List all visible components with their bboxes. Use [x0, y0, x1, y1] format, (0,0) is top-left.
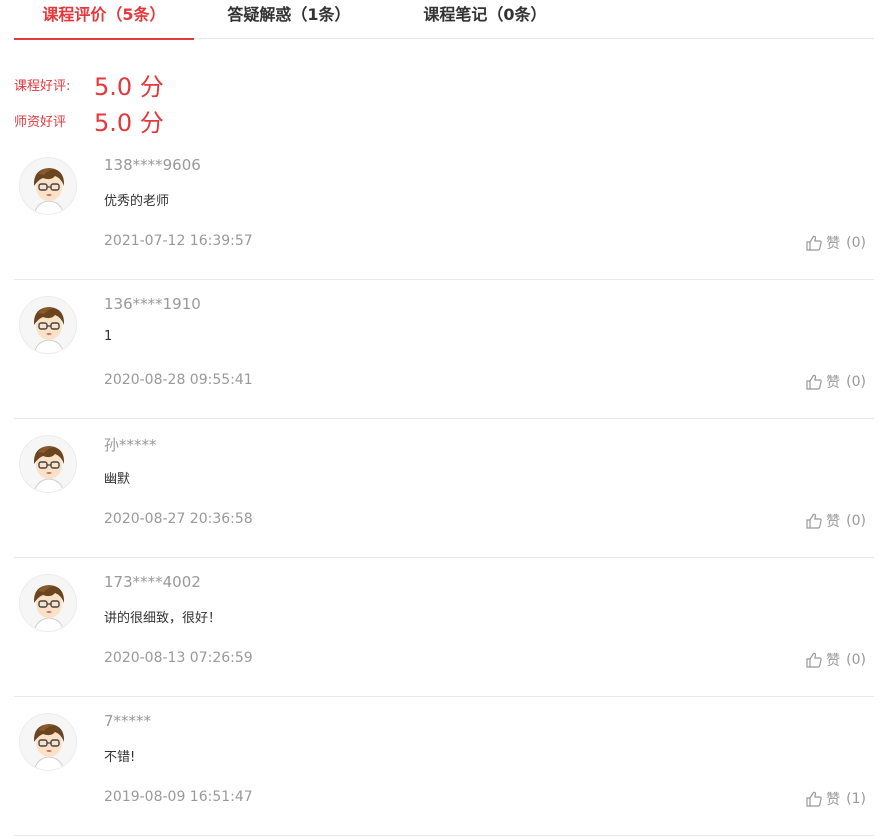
comment-timestamp: 2019-08-09 16:51:47 [104, 789, 253, 805]
comment-timestamp: 2020-08-13 07:26:59 [104, 650, 253, 666]
user-avatar-icon [33, 446, 65, 492]
like-count: (0) [846, 513, 866, 529]
teacher-rating-value: 5.0 分 [94, 109, 164, 137]
tab-qa[interactable]: 答疑解惑（1条） [214, 0, 364, 39]
avatar [19, 713, 77, 771]
comment-content: 不错! [104, 750, 136, 765]
user-avatar-icon [33, 724, 65, 770]
user-avatar-icon [33, 168, 65, 214]
comment-content: 讲的很细致，很好！ [104, 611, 222, 626]
comment-timestamp: 2020-08-27 20:36:58 [104, 511, 253, 527]
like-count: (0) [846, 374, 866, 390]
comment-item: 138****9606 优秀的老师 2021-07-12 16:39:57 赞 … [14, 141, 874, 280]
like-label: 赞 [826, 375, 841, 391]
comment-username: 136****1910 [104, 295, 201, 313]
like-button[interactable]: 赞 (0) [805, 233, 866, 253]
tab-course-notes[interactable]: 课程笔记（0条） [406, 0, 564, 39]
teacher-rating-label: 师资好评 [14, 115, 67, 130]
like-button[interactable]: 赞 (0) [805, 372, 866, 392]
comment-content: 幽默 [104, 472, 131, 487]
comment-item: 孙***** 幽默 2020-08-27 20:36:58 赞 (0) [14, 419, 874, 558]
comment-content: 优秀的老师 [104, 194, 170, 209]
user-avatar-icon [33, 585, 65, 631]
comment-username: 7***** [104, 712, 152, 730]
thumbs-up-icon [806, 513, 822, 529]
tab-course-reviews[interactable]: 课程评价（5条） [14, 0, 194, 40]
comment-item: 7***** 不错! 2019-08-09 16:51:47 赞 (1) [14, 697, 874, 836]
course-rating-value: 5.0 分 [94, 73, 164, 101]
like-label: 赞 [826, 514, 841, 530]
thumbs-up-icon [806, 791, 822, 807]
like-count: (0) [846, 652, 866, 668]
comment-username: 138****9606 [104, 156, 201, 174]
like-label: 赞 [826, 792, 841, 808]
comment-username: 孙***** [104, 436, 157, 454]
comment-item: 136****1910 1 2020-08-28 09:55:41 赞 (0) [14, 280, 874, 419]
like-label: 赞 [826, 236, 841, 252]
course-review-panel: 课程评价（5条） 答疑解惑（1条） 课程笔记（0条） 课程好评: 5.0 分 师… [0, 0, 896, 839]
avatar [19, 296, 77, 354]
thumbs-up-icon [806, 235, 822, 251]
user-avatar-icon [33, 307, 65, 353]
comment-content: 1 [104, 329, 113, 344]
like-button[interactable]: 赞 (1) [805, 789, 866, 809]
comment-username: 173****4002 [104, 573, 201, 591]
thumbs-up-icon [806, 652, 822, 668]
comment-item: 173****4002 讲的很细致，很好！ 2020-08-13 07:26:5… [14, 558, 874, 697]
comment-timestamp: 2021-07-12 16:39:57 [104, 233, 253, 249]
like-label: 赞 [826, 653, 841, 669]
like-count: (0) [846, 235, 866, 251]
avatar [19, 574, 77, 632]
thumbs-up-icon [806, 374, 822, 390]
like-button[interactable]: 赞 (0) [805, 650, 866, 670]
avatar [19, 435, 77, 493]
comment-timestamp: 2020-08-28 09:55:41 [104, 372, 253, 388]
course-rating-label: 课程好评: [14, 79, 71, 94]
like-button[interactable]: 赞 (0) [805, 511, 866, 531]
like-count: (1) [846, 791, 866, 807]
avatar [19, 157, 77, 215]
tab-bar: 课程评价（5条） 答疑解惑（1条） 课程笔记（0条） [14, 0, 874, 40]
